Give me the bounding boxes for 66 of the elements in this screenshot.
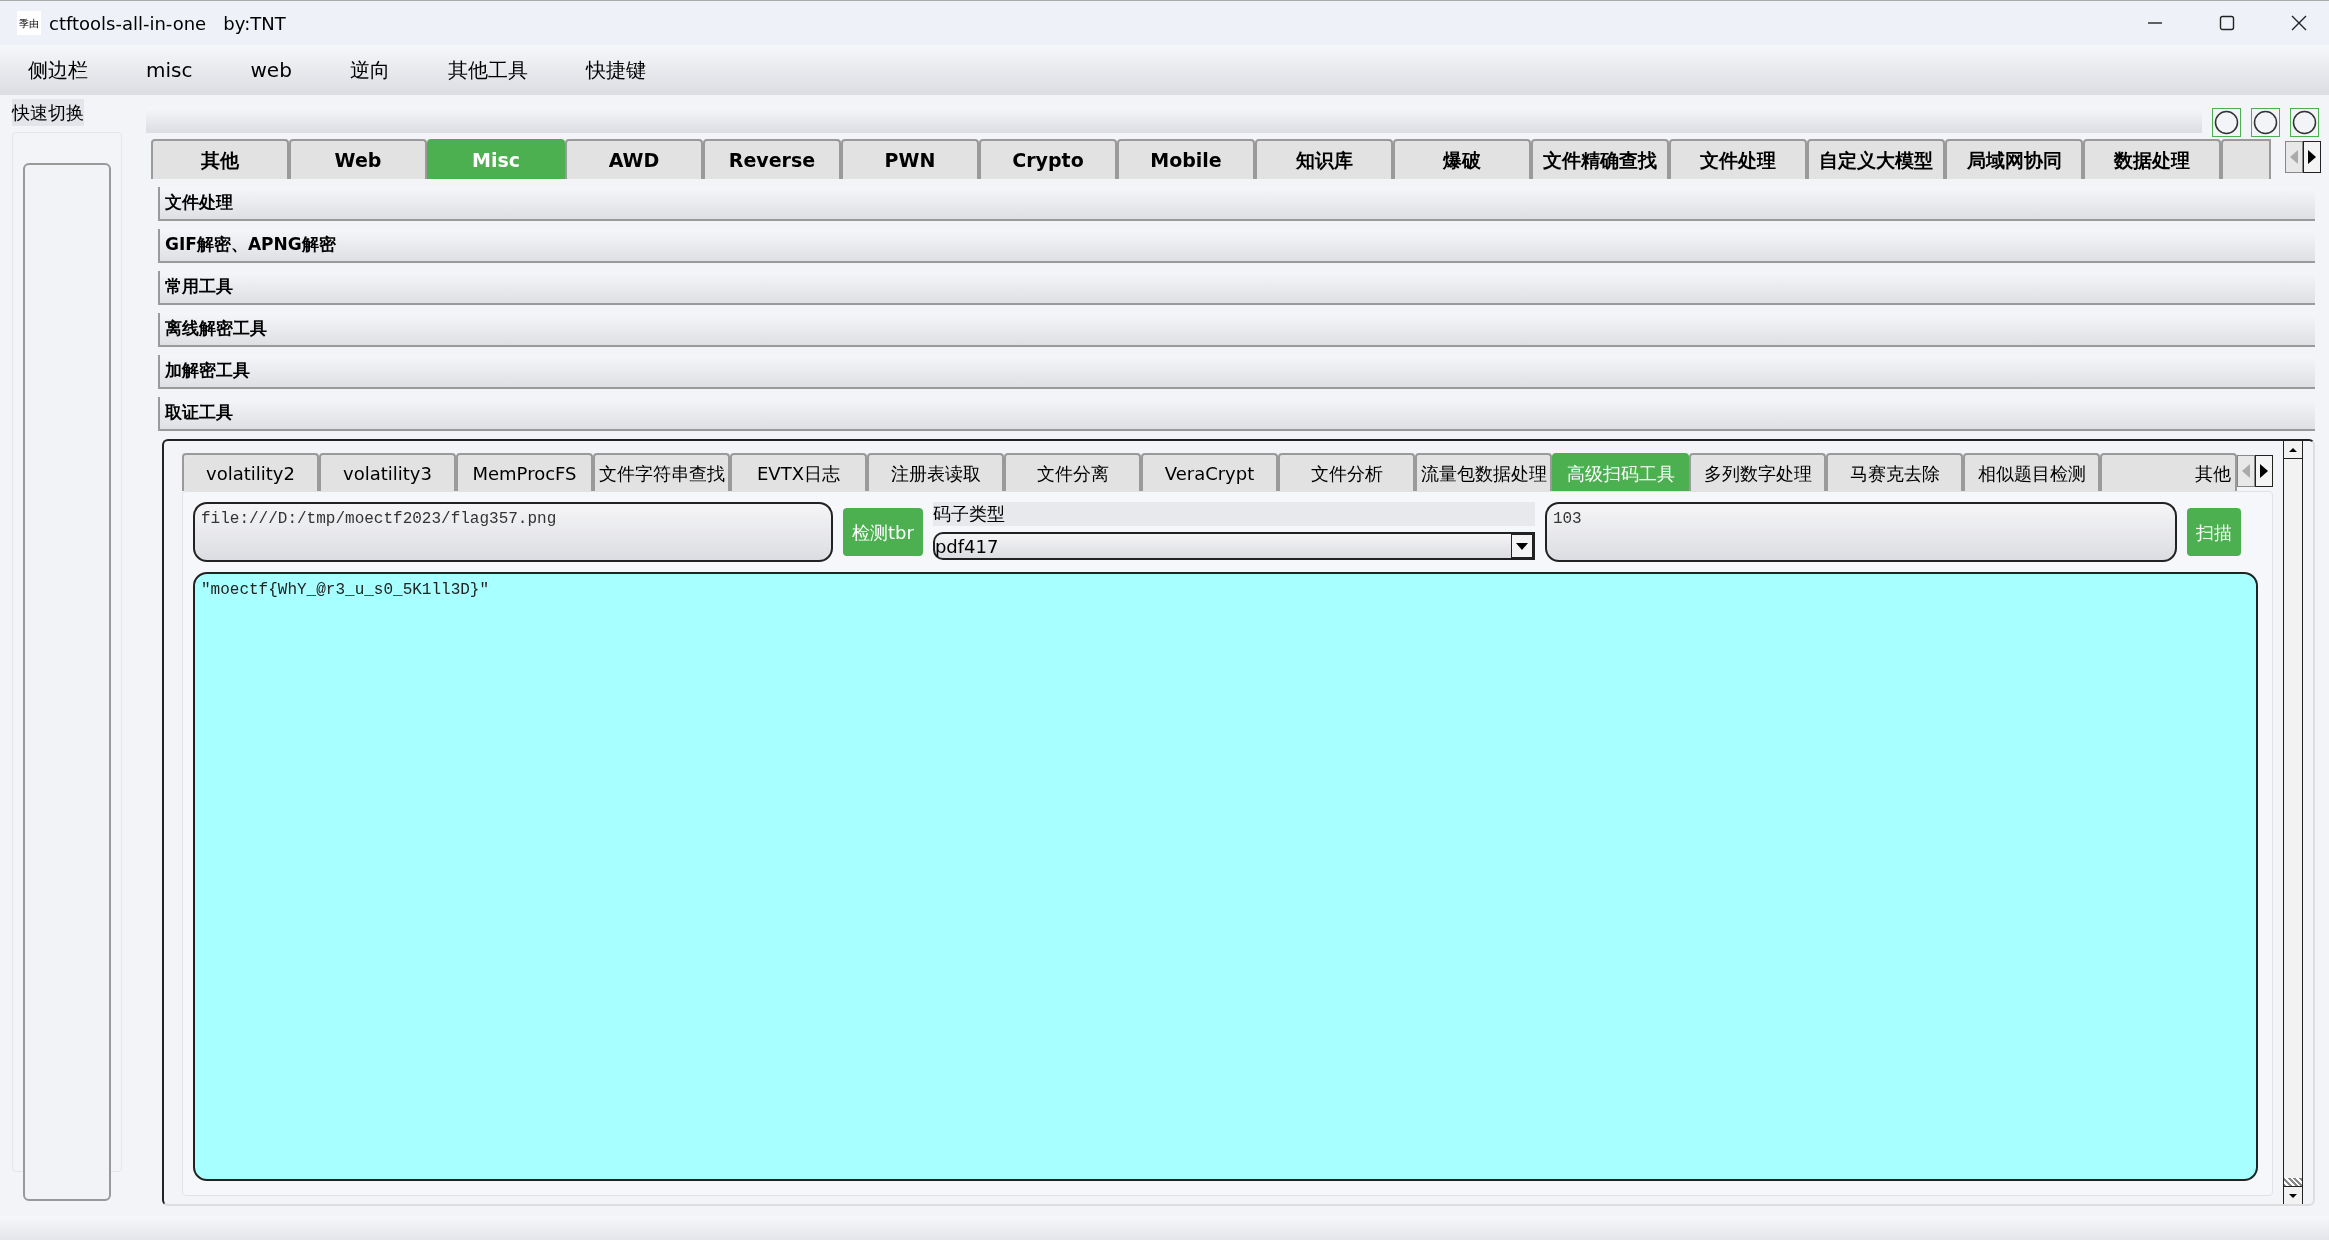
close-icon[interactable] bbox=[2291, 15, 2307, 31]
scroll-right-button[interactable] bbox=[2303, 141, 2321, 173]
window-title: ctftools-all-in-one by:TNT bbox=[49, 11, 286, 36]
circle-button[interactable] bbox=[2212, 108, 2241, 137]
tab[interactable]: 文件处理 bbox=[1669, 139, 1807, 179]
output-text-area[interactable]: "moectf{WhY_@r3_u_s0_5K1ll3D}" bbox=[193, 572, 2258, 1181]
tab[interactable]: PWN bbox=[841, 139, 979, 179]
tab[interactable]: volatility2 bbox=[182, 453, 319, 491]
tab[interactable]: 自定义大模型 bbox=[1807, 139, 1945, 179]
section-header[interactable]: 离线解密工具 bbox=[158, 313, 2315, 347]
menu-item[interactable]: 逆向 bbox=[349, 55, 390, 85]
scrollbar-thumb[interactable] bbox=[2284, 1178, 2302, 1186]
circle-button[interactable] bbox=[2290, 108, 2319, 137]
tab[interactable]: volatility3 bbox=[319, 453, 456, 491]
maximize-icon[interactable] bbox=[2219, 15, 2235, 31]
tab[interactable]: 其他 bbox=[151, 139, 289, 179]
section-header[interactable]: 常用工具 bbox=[158, 271, 2315, 305]
count-field[interactable]: 103 bbox=[1544, 502, 2177, 562]
tab[interactable]: Reverse bbox=[703, 139, 841, 179]
tab[interactable]: 文件分析 bbox=[1278, 453, 1415, 491]
tab[interactable]: VeraCrypt bbox=[1141, 453, 1278, 491]
menu-item[interactable]: 侧边栏 bbox=[28, 55, 88, 85]
scroll-right-button[interactable] bbox=[2255, 455, 2274, 487]
tab[interactable]: 爆破 bbox=[1393, 139, 1531, 179]
tab[interactable]: Crypto bbox=[979, 139, 1117, 179]
tab[interactable]: 文件精确查找 bbox=[1531, 139, 1669, 179]
tab[interactable]: 知识库 bbox=[1255, 139, 1393, 179]
tab[interactable]: MemProcFS bbox=[456, 453, 593, 491]
section-header[interactable]: GIF解密、APNG解密 bbox=[158, 229, 2315, 263]
tab[interactable]: 流量包数据处理 bbox=[1415, 453, 1552, 491]
app-icon: 季由 bbox=[17, 11, 41, 35]
file-path-field[interactable]: file:///D:/tmp/moectf2023/flag357.png bbox=[193, 502, 833, 562]
menu-item[interactable]: misc bbox=[146, 55, 193, 85]
section-header[interactable]: 文件处理 bbox=[158, 187, 2315, 221]
tab[interactable]: 多列数字处理 bbox=[1689, 453, 1826, 491]
quick-switch-label: 快速切换 bbox=[12, 99, 84, 126]
tab[interactable]: AWD bbox=[565, 139, 703, 179]
section-header[interactable]: 加解密工具 bbox=[158, 355, 2315, 389]
tab[interactable]: 文件字符串查找 bbox=[593, 453, 730, 491]
vertical-scrollbar[interactable] bbox=[2283, 441, 2303, 1204]
right-triangle-icon bbox=[2260, 464, 2269, 478]
tab[interactable]: 文件分离 bbox=[1004, 453, 1141, 491]
scroll-left-button[interactable] bbox=[2237, 455, 2256, 487]
section-header[interactable]: 取证工具 bbox=[158, 397, 2315, 431]
tab[interactable]: 相似题目检测 bbox=[1963, 453, 2100, 491]
left-triangle-icon bbox=[2242, 464, 2251, 478]
tab[interactable]: 注册表读取 bbox=[867, 453, 1004, 491]
right-triangle-icon bbox=[2308, 150, 2316, 164]
dropdown-value: pdf417 bbox=[934, 534, 1000, 559]
up-triangle-icon[interactable] bbox=[2289, 447, 2297, 452]
left-triangle-icon bbox=[2290, 150, 2298, 164]
code-type-dropdown[interactable]: pdf417 bbox=[932, 532, 1535, 560]
tab[interactable]: 局域网协同 bbox=[1945, 139, 2083, 179]
tab[interactable]: EVTX日志 bbox=[730, 453, 867, 491]
tab[interactable]: Web bbox=[289, 139, 427, 179]
tab[interactable]: 其他 bbox=[2100, 453, 2238, 491]
menu-item[interactable]: 其他工具 bbox=[447, 55, 528, 85]
code-type-label: 码子类型 bbox=[932, 502, 1535, 526]
tab[interactable]: 数据处理 bbox=[2083, 139, 2221, 179]
dropdown-caret-icon bbox=[1510, 534, 1533, 558]
circle-button[interactable] bbox=[2251, 108, 2280, 137]
tab[interactable]: 马赛克去除 bbox=[1826, 453, 1963, 491]
tab[interactable]: Mobile bbox=[1117, 139, 1255, 179]
menu-item[interactable]: web bbox=[250, 55, 292, 85]
menu-item[interactable]: 快捷键 bbox=[585, 55, 646, 85]
down-triangle-icon[interactable] bbox=[2289, 1193, 2297, 1198]
